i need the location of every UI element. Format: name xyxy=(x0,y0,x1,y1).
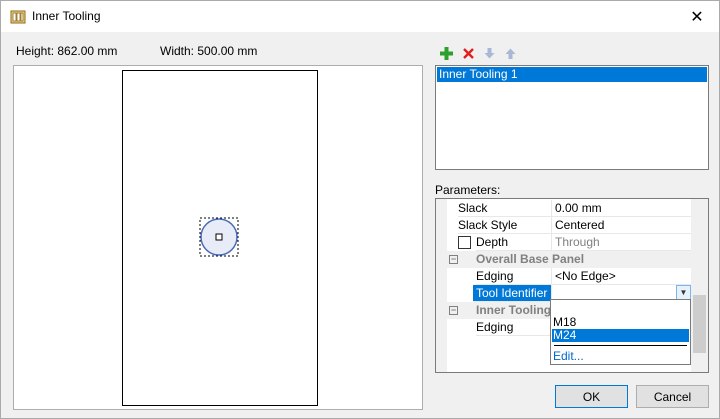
param-value: Through xyxy=(551,234,691,251)
ok-button[interactable]: OK xyxy=(555,385,628,408)
collapse-icon[interactable]: − xyxy=(449,306,458,315)
depth-checkbox[interactable] xyxy=(458,236,471,249)
add-tooling-button[interactable] xyxy=(439,46,453,60)
scrollbar-thumb[interactable] xyxy=(693,295,706,353)
parameters-scrollbar[interactable] xyxy=(691,199,708,372)
param-row-edging[interactable]: Edging <No Edge> xyxy=(436,268,691,285)
param-label: Tool Identifier xyxy=(473,285,551,302)
param-label: Edging xyxy=(476,268,551,285)
move-down-button[interactable] xyxy=(482,46,496,60)
tooling-app-icon xyxy=(10,10,26,24)
parameters-label: Parameters: xyxy=(435,183,501,197)
param-row-slack-style[interactable]: Slack Style Centered xyxy=(436,217,691,234)
window-title: Inner Tooling xyxy=(32,9,101,23)
close-button[interactable]: ✕ xyxy=(675,1,719,32)
cancel-button[interactable]: Cancel xyxy=(636,385,709,408)
move-up-button[interactable] xyxy=(503,46,517,60)
plus-icon xyxy=(439,46,453,60)
param-label: Edging xyxy=(476,319,551,336)
tooling-hole-marker[interactable] xyxy=(199,217,241,259)
height-readout: Height: 862.00 mm xyxy=(16,44,118,58)
delete-tooling-button[interactable] xyxy=(461,46,475,60)
param-value[interactable]: Centered xyxy=(551,217,691,234)
edit-link[interactable]: Edit... xyxy=(552,350,689,363)
param-value[interactable]: <No Edge> xyxy=(551,268,691,285)
tool-identifier-dropdown[interactable]: M18 M24 Edit... xyxy=(550,299,691,365)
param-row-slack[interactable]: Slack 0.00 mm xyxy=(436,200,691,217)
arrow-down-icon xyxy=(484,47,494,58)
x-icon xyxy=(462,47,474,59)
title-bar: Inner Tooling ✕ xyxy=(1,1,719,32)
category-label: Overall Base Panel xyxy=(476,252,585,266)
param-label: Slack xyxy=(458,200,551,217)
category-overall-base-panel[interactable]: − Overall Base Panel xyxy=(436,251,691,268)
param-row-depth[interactable]: Depth Through xyxy=(436,234,691,251)
arrow-up-icon xyxy=(505,48,515,59)
dropdown-option-selected[interactable]: M24 xyxy=(552,329,689,342)
param-label: Slack Style xyxy=(458,217,551,234)
width-readout: Width: 500.00 mm xyxy=(160,44,258,58)
collapse-icon[interactable]: − xyxy=(449,255,458,264)
dropdown-separator xyxy=(554,345,687,346)
param-value[interactable]: 0.00 mm xyxy=(551,200,691,217)
panel-outline xyxy=(122,70,318,406)
panel-preview xyxy=(13,65,423,410)
tooling-list-item[interactable]: Inner Tooling 1 xyxy=(437,67,707,82)
inner-tooling-dialog: Inner Tooling ✕ Height: 862.00 mm Width:… xyxy=(0,0,720,419)
close-icon: ✕ xyxy=(690,8,704,26)
tooling-list[interactable]: Inner Tooling 1 xyxy=(435,65,709,170)
category-label: Inner Tooling xyxy=(476,303,552,317)
param-label: Depth xyxy=(476,234,551,251)
